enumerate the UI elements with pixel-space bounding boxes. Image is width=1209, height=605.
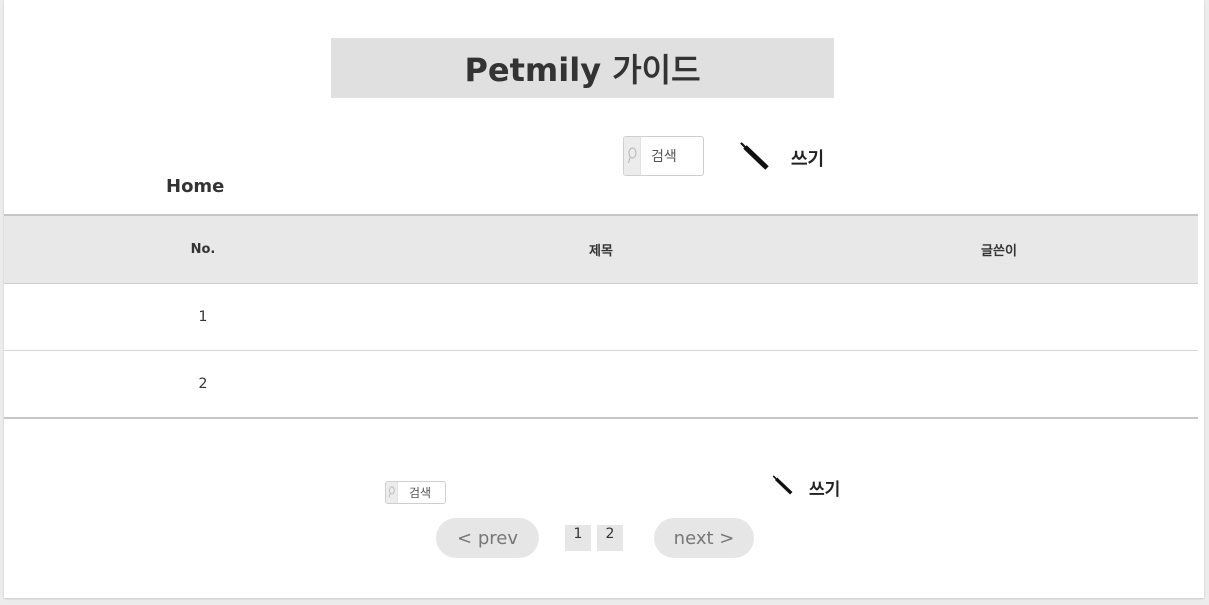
cell-no: 1	[4, 283, 402, 351]
pen-icon	[739, 140, 771, 176]
board-page: Petmily 가이드 검색 쓰기 Home No. 제목 글쓴이 1 2 검색…	[4, 0, 1204, 598]
search-icon	[386, 482, 398, 503]
column-header-title: 제목	[402, 214, 800, 284]
table-row[interactable]: 1	[4, 283, 1198, 351]
page-number-1[interactable]: 1	[565, 525, 591, 551]
page-number-2[interactable]: 2	[597, 525, 623, 551]
pen-icon	[772, 474, 794, 500]
search-input-top[interactable]: 검색	[623, 136, 704, 176]
write-label: 쓰기	[809, 479, 841, 500]
board-table: No. 제목 글쓴이 1 2	[4, 214, 1198, 419]
write-button-top[interactable]: 쓰기	[739, 140, 824, 176]
cell-author	[800, 350, 1198, 419]
home-link[interactable]: Home	[166, 176, 224, 197]
search-placeholder: 검색	[409, 486, 432, 500]
cell-author	[800, 283, 1198, 351]
page-title-banner: Petmily 가이드	[331, 38, 834, 98]
search-input-bottom[interactable]: 검색	[385, 481, 446, 504]
column-header-no: No.	[4, 214, 402, 284]
prev-page-button[interactable]: < prev	[436, 518, 539, 558]
page-title: Petmily 가이드	[464, 51, 701, 89]
cell-title[interactable]	[402, 350, 800, 419]
write-label: 쓰기	[791, 149, 825, 170]
cell-title[interactable]	[402, 283, 800, 351]
next-page-button[interactable]: next >	[654, 518, 754, 558]
write-button-bottom[interactable]: 쓰기	[772, 474, 840, 500]
search-icon	[624, 137, 641, 175]
cell-no: 2	[4, 350, 402, 419]
search-placeholder: 검색	[651, 149, 677, 165]
table-row[interactable]: 2	[4, 350, 1198, 419]
column-header-author: 글쓴이	[800, 214, 1198, 284]
table-header-row: No. 제목 글쓴이	[4, 214, 1198, 284]
